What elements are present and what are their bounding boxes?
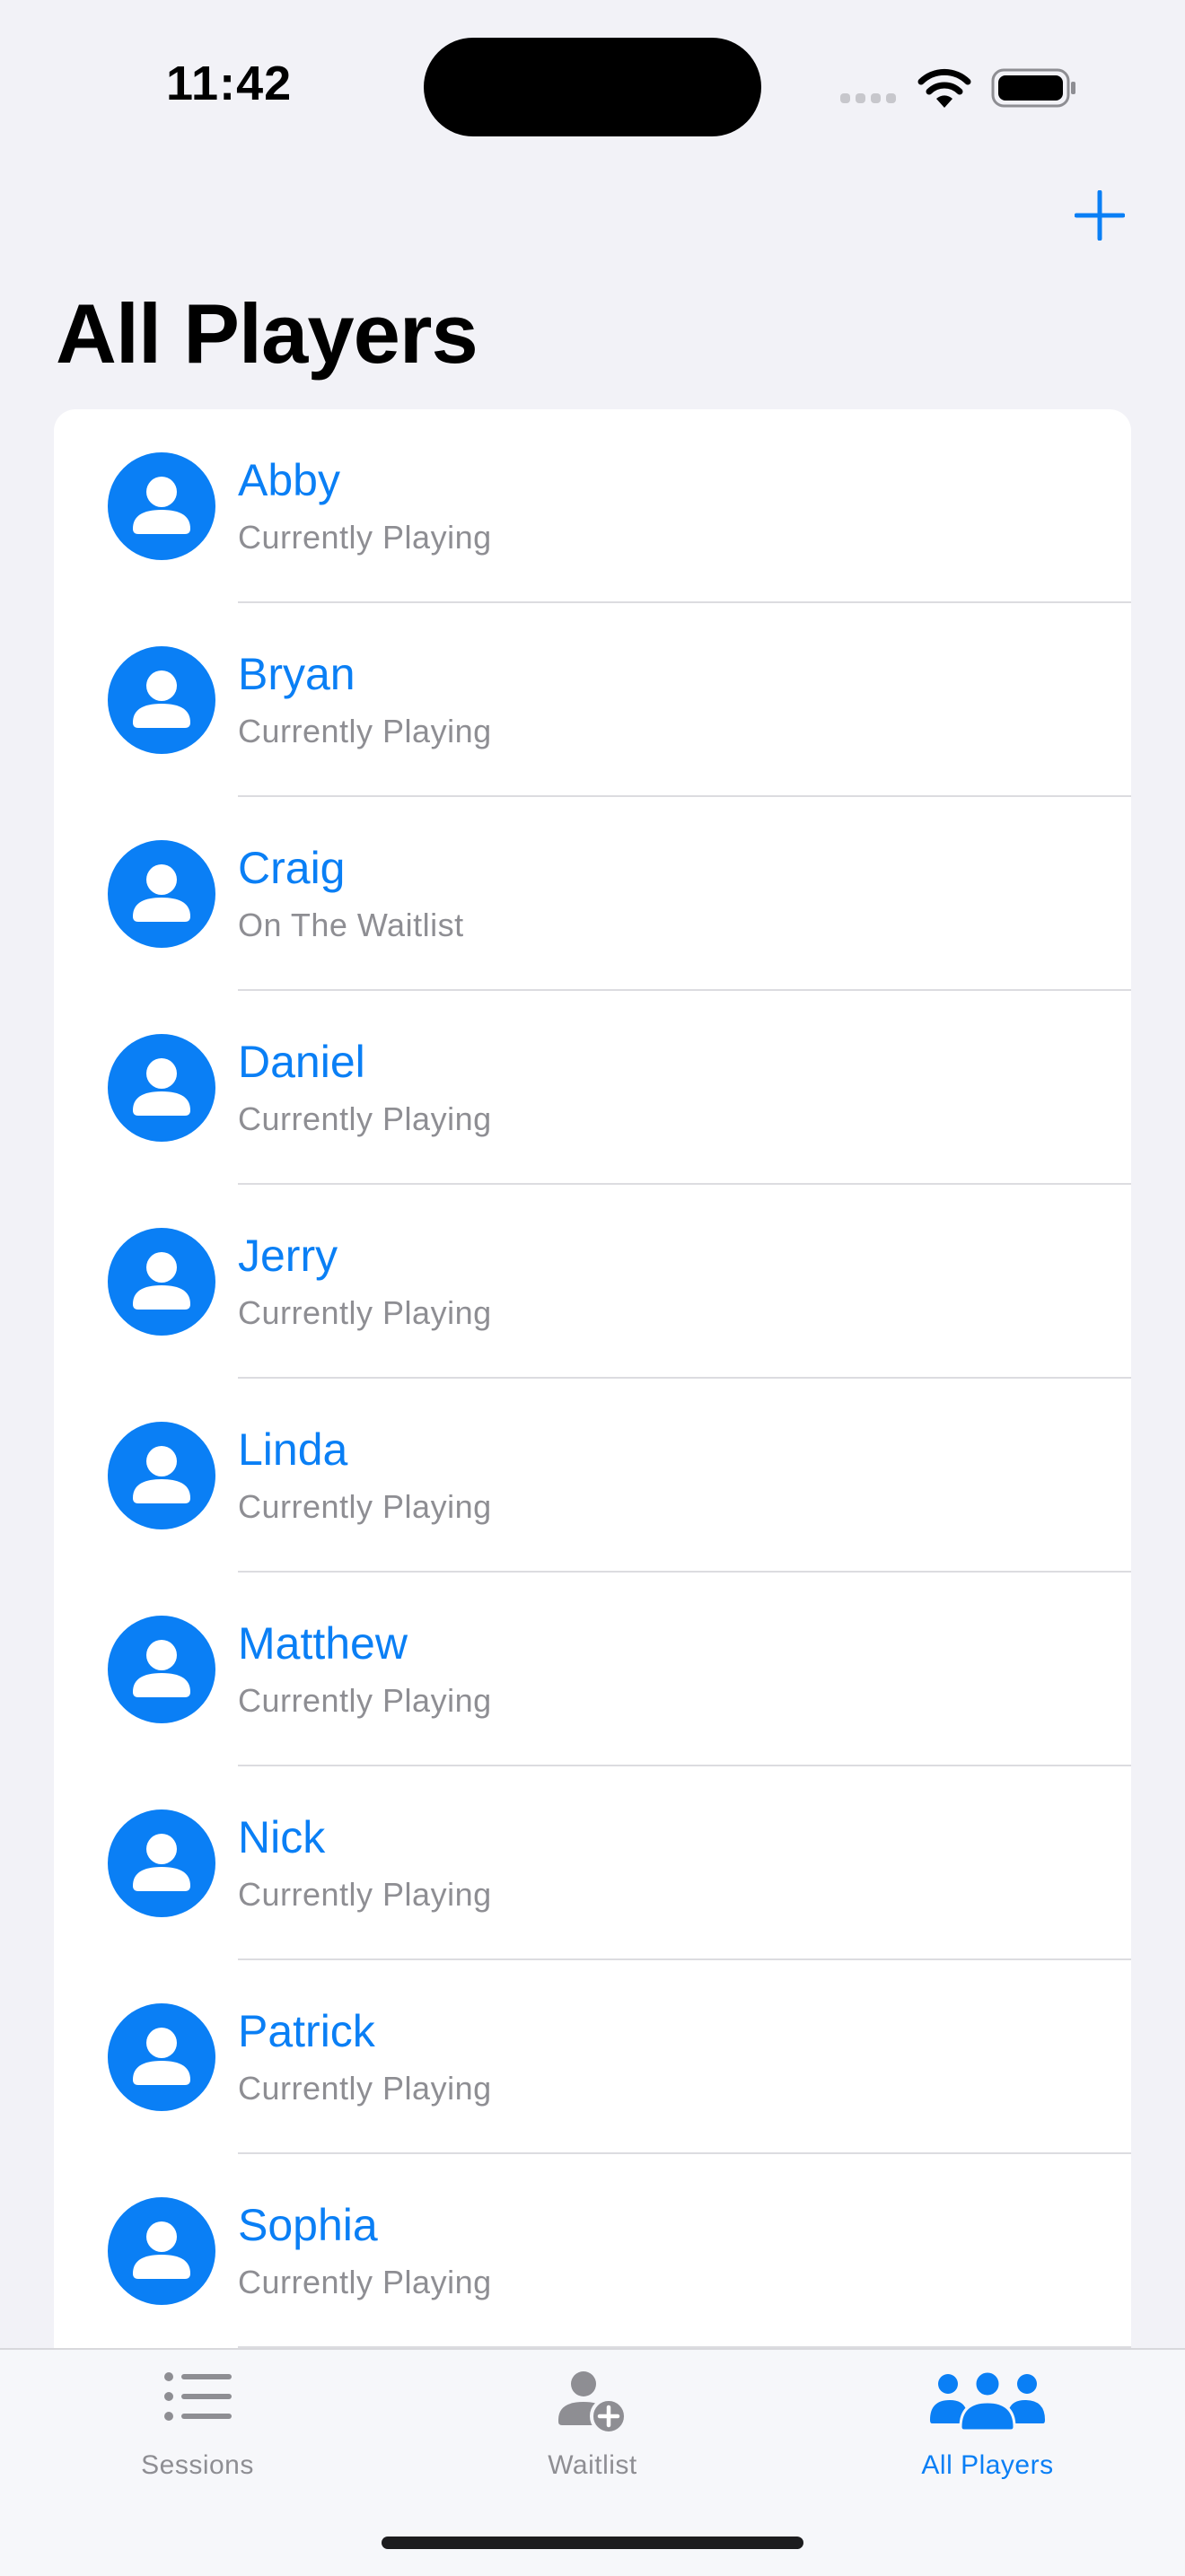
person-circle-icon [108,840,215,948]
player-status: Currently Playing [238,1488,492,1525]
player-status: On The Waitlist [238,907,464,943]
person-group-icon [930,2370,1045,2431]
player-row-abby[interactable]: Abby Currently Playing [54,409,1131,603]
person-circle-icon [108,2003,215,2111]
tab-waitlist[interactable]: Waitlist [395,2350,790,2511]
status-time: 11:42 [166,57,293,110]
player-name: Craig [238,843,346,893]
player-name: Jerry [238,1231,338,1281]
tab-label: Sessions [141,2450,254,2480]
person-circle-icon [108,452,215,560]
player-status: Currently Playing [238,713,492,749]
player-name: Patrick [238,2006,375,2056]
player-row-sophia[interactable]: Sophia Currently Playing [54,2154,1131,2348]
player-name: Abby [238,455,340,505]
tab-all-players[interactable]: All Players [790,2350,1185,2511]
person-circle-icon [108,1809,215,1917]
person-circle-icon [108,1422,215,1529]
person-circle-icon [108,646,215,754]
wifi-icon [917,68,971,108]
player-name: Nick [238,1812,326,1862]
person-circle-icon [108,2197,215,2305]
player-status: Currently Playing [238,519,492,556]
plus-icon [1075,190,1125,241]
battery-icon [991,68,1075,108]
player-status: Currently Playing [238,1682,492,1719]
tab-label: All Players [921,2450,1054,2480]
tab-sessions[interactable]: Sessions [0,2350,395,2511]
player-name: Daniel [238,1037,365,1087]
player-status: Currently Playing [238,2070,492,2107]
player-name: Sophia [238,2200,378,2250]
player-row-nick[interactable]: Nick Currently Playing [54,1766,1131,1960]
home-indicator [382,2537,803,2549]
player-name: Linda [238,1424,348,1475]
player-row-jerry[interactable]: Jerry Currently Playing [54,1185,1131,1379]
add-player-button[interactable] [1068,184,1131,247]
tab-label: Waitlist [548,2450,637,2480]
player-status: Currently Playing [238,2264,492,2300]
dynamic-island [424,38,761,136]
players-list: Abby Currently Playing Bryan Currently P… [54,409,1131,2384]
player-row-craig[interactable]: Craig On The Waitlist [54,797,1131,991]
person-circle-icon [108,1034,215,1142]
player-status: Currently Playing [238,1100,492,1137]
page-title: All Players [56,286,478,381]
person-circle-icon [108,1616,215,1723]
player-row-bryan[interactable]: Bryan Currently Playing [54,603,1131,797]
player-row-patrick[interactable]: Patrick Currently Playing [54,1960,1131,2154]
player-row-matthew[interactable]: Matthew Currently Playing [54,1573,1131,1766]
player-name: Matthew [238,1618,408,1669]
person-add-icon [558,2371,628,2434]
player-row-daniel[interactable]: Daniel Currently Playing [54,991,1131,1185]
player-row-linda[interactable]: Linda Currently Playing [54,1379,1131,1573]
person-circle-icon [108,1228,215,1336]
player-name: Bryan [238,649,356,699]
list-bullet-icon [164,2372,232,2421]
player-status: Currently Playing [238,1876,492,1913]
player-status: Currently Playing [238,1294,492,1331]
